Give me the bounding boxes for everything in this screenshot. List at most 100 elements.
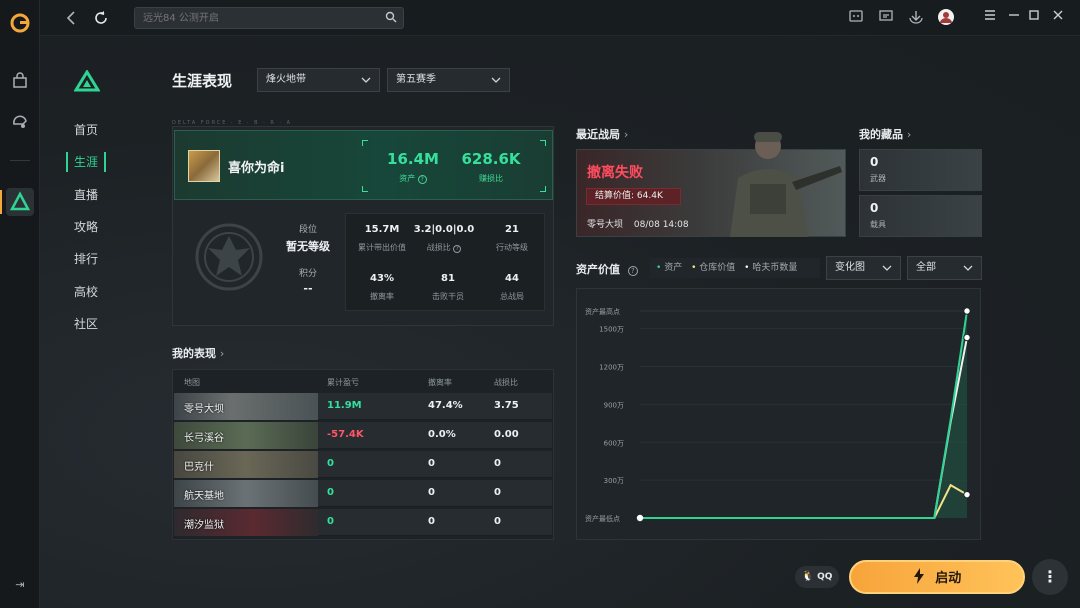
chevron-right-icon: ›	[906, 128, 912, 141]
chart-range-select[interactable]: 全部	[907, 256, 982, 280]
help-icon[interactable]: ?	[453, 245, 462, 253]
table-header-extract: 撤离率	[428, 378, 452, 387]
community-icon[interactable]	[846, 8, 866, 28]
map-name: 潮汐监狱	[184, 520, 224, 531]
player-avatar[interactable]	[188, 150, 220, 182]
nav-item-ranking[interactable]: 排行	[66, 249, 106, 269]
stat-value: 44	[505, 273, 519, 284]
mode-select-value: 烽火地带	[266, 74, 306, 85]
recent-battle-title-text: 最近战局	[576, 128, 620, 141]
legend-coin: 哈夫币数量	[752, 263, 798, 273]
battle-time: 08/08 14:08	[633, 220, 689, 230]
table-row[interactable]: 零号大坝 11.9M 47.4% 3.75	[174, 393, 552, 420]
map-name: 长弓溪谷	[184, 433, 224, 444]
nav-item-live[interactable]: 直播	[66, 185, 106, 205]
extract-cell: 0	[428, 516, 435, 527]
launch-label: 启动	[935, 571, 962, 586]
asset-chart-title: 资产价值 ?	[576, 261, 638, 277]
page-title: 生涯表现	[172, 72, 233, 90]
stat-label: 总战局	[500, 292, 524, 301]
kd-cell: 0	[494, 516, 501, 527]
qq-button[interactable]: 🐧 QQ	[795, 566, 839, 588]
collection-weapons[interactable]: 0 武器	[859, 149, 982, 191]
app-rail: ⇥	[0, 0, 40, 608]
user-avatar[interactable]	[936, 8, 956, 28]
collection-title[interactable]: 我的藏品 ›	[859, 126, 911, 142]
collection-vehicles[interactable]: 0 载具	[859, 195, 982, 237]
kd-cell: 0	[494, 487, 501, 498]
minimize-icon[interactable]	[1004, 8, 1024, 28]
extract-cell: 0	[428, 487, 435, 498]
launch-button[interactable]: 启动	[849, 560, 1025, 594]
game-pad-icon[interactable]	[9, 114, 31, 136]
legend-dot-warehouse: •	[691, 263, 697, 273]
search-icon[interactable]	[385, 11, 397, 23]
collection-title-text: 我的藏品	[859, 128, 903, 141]
delta-force-game-icon[interactable]	[6, 188, 34, 216]
settle-value: 64.4K	[636, 191, 663, 201]
data-point	[963, 307, 971, 315]
rank-emblem-icon	[194, 222, 264, 292]
legend-warehouse: 仓库价值	[699, 263, 736, 273]
help-icon[interactable]: ?	[417, 175, 427, 184]
bracket-corner	[540, 186, 546, 192]
player-name: 喜你为命i	[228, 161, 285, 176]
assets-label: 资产 ?	[380, 173, 446, 184]
performance-title[interactable]: 我的表现 ›	[172, 345, 224, 361]
battle-map: 零号大坝	[587, 220, 624, 230]
legend-dot-asset: •	[656, 263, 662, 273]
performance-title-text: 我的表现	[172, 347, 216, 360]
y-tick-label: 300万	[604, 477, 624, 485]
battle-footer: 零号大坝 08/08 14:08	[587, 217, 689, 230]
chevron-right-icon: ›	[219, 347, 225, 360]
rank-value: 暂无等级	[286, 240, 330, 253]
nav-item-guides[interactable]: 攻略	[66, 217, 106, 237]
table-header-profit: 累计盈亏	[327, 378, 359, 387]
search-input[interactable]	[135, 8, 365, 28]
refresh-icon[interactable]	[91, 8, 111, 28]
mode-select[interactable]: 烽火地带	[257, 68, 380, 92]
collapse-sidebar-icon[interactable]: ⇥	[9, 574, 31, 596]
table-row[interactable]: 巴克什 0 0 0	[174, 451, 552, 478]
store-icon[interactable]	[9, 72, 31, 94]
asset-area	[640, 311, 967, 518]
profit-cell: 0	[327, 487, 334, 498]
table-row[interactable]: 长弓溪谷 -57.4K 0.0% 0.00	[174, 422, 552, 449]
back-icon[interactable]	[62, 8, 82, 28]
season-select[interactable]: 第五赛季	[387, 68, 510, 92]
score-value: --	[303, 282, 313, 295]
series-line	[640, 337, 968, 519]
legend-dot-coin: •	[744, 263, 750, 273]
table-row[interactable]: 航天基地 0 0 0	[174, 480, 552, 507]
map-name: 航天基地	[184, 491, 224, 502]
nav-item-community[interactable]: 社区	[66, 314, 106, 334]
recent-battle-title[interactable]: 最近战局 ›	[576, 126, 628, 142]
help-icon[interactable]: ?	[627, 266, 638, 276]
table-row[interactable]: 潮汐监狱 0 0 0	[174, 509, 552, 536]
map-name: 巴克什	[184, 462, 214, 473]
extract-cell: 0.0%	[428, 429, 456, 440]
profit-ratio-value: 628.6K	[461, 150, 521, 168]
menu-icon[interactable]	[980, 8, 1000, 28]
close-icon[interactable]	[1048, 8, 1068, 28]
data-point	[963, 490, 971, 499]
asset-chart-title-text: 资产价值	[576, 263, 620, 276]
settle-label: 结算价值:	[595, 191, 635, 201]
nav-item-career[interactable]: 生涯	[66, 152, 106, 172]
maximize-icon[interactable]	[1024, 8, 1044, 28]
chevron-down-icon	[491, 69, 501, 100]
stat-label: 行动等级	[496, 243, 528, 252]
chart-view-select[interactable]: 变化图	[826, 256, 901, 280]
message-icon[interactable]	[876, 8, 896, 28]
stat-value: 3.2|0.0|0.0	[413, 224, 475, 235]
series-line	[640, 483, 968, 519]
profit-cell: 0	[327, 516, 334, 527]
vehicle-count: 0	[870, 201, 879, 215]
qq-icon: 🐧	[801, 571, 814, 582]
search-box[interactable]	[134, 7, 404, 29]
vehicle-label: 载具	[870, 220, 886, 229]
more-options-button[interactable]: ⋮	[1032, 559, 1068, 595]
nav-item-home[interactable]: 首页	[66, 120, 106, 140]
download-icon[interactable]	[906, 8, 926, 28]
nav-item-college[interactable]: 高校	[66, 282, 106, 302]
